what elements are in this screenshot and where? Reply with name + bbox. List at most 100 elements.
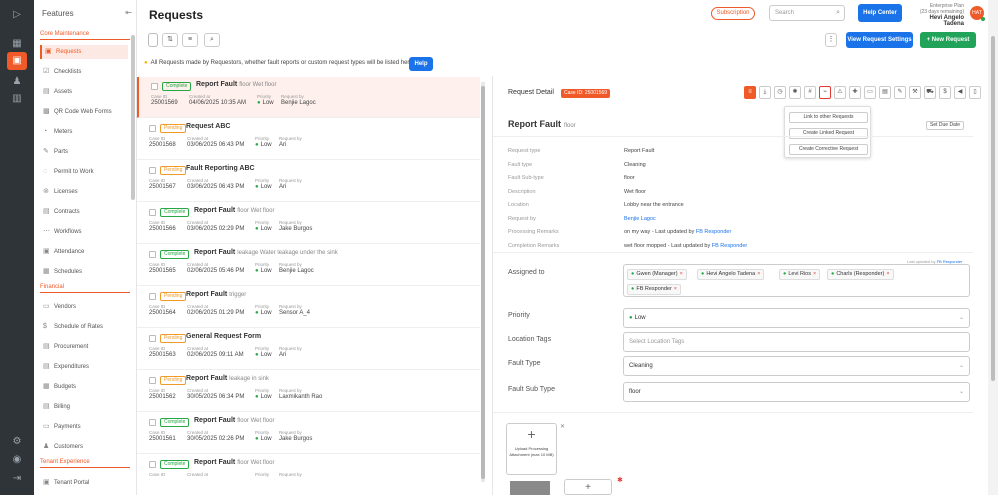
sidebar-item-billing[interactable]: ▤ Billing xyxy=(40,400,128,414)
assignee-chip[interactable]: ● FB Responder × xyxy=(627,284,682,295)
remove-icon[interactable]: × xyxy=(813,271,816,277)
page-scroll-thumb[interactable] xyxy=(991,36,995,381)
people-icon[interactable]: ♟ xyxy=(8,75,26,89)
link-icon[interactable]: ⌁ xyxy=(819,86,831,99)
sidebar-item-licenses[interactable]: ⊚ Licenses xyxy=(40,185,128,199)
settings-icon[interactable]: ⚙ xyxy=(8,435,26,449)
assignee-chip[interactable]: ● Levi Rios × xyxy=(779,269,821,280)
link-other-requests-item[interactable]: Link to other Requests xyxy=(789,112,868,123)
list-scroll-thumb[interactable] xyxy=(481,86,485,479)
assignee-chip[interactable]: ● Hevi Angelo Tadena × xyxy=(697,269,765,280)
sidebar-item-attendance[interactable]: ▣ Attendance xyxy=(40,245,128,259)
row-checkbox[interactable] xyxy=(149,461,156,468)
row-checkbox[interactable] xyxy=(149,251,156,258)
list-scrollbar[interactable] xyxy=(481,82,485,482)
avatar[interactable]: HAT xyxy=(970,6,985,21)
fault-type-select[interactable]: Cleaning ⌄ xyxy=(623,356,970,376)
sidebar-item-parts[interactable]: ✎ Parts xyxy=(40,145,128,159)
download-icon[interactable]: ⤓ xyxy=(759,86,771,99)
request-card[interactable]: Complete Report Fault floor Wet floor Cas… xyxy=(137,77,480,118)
fault-sub-type-select[interactable]: floor ⌄ xyxy=(623,382,970,402)
create-corrective-request-item[interactable]: Create Corrective Request xyxy=(789,144,868,155)
row-checkbox[interactable] xyxy=(149,419,156,426)
new-request-button[interactable]: + New Request xyxy=(920,32,976,48)
row-checkbox[interactable] xyxy=(149,125,156,132)
request-card[interactable]: Complete Report Fault floor Wet floor Cas… xyxy=(137,413,480,454)
sidebar-item-tenant-portal[interactable]: ▣ Tenant Portal xyxy=(40,476,128,490)
location-tags-select[interactable]: Select Location Tags xyxy=(623,332,970,352)
sidebar-item-expenditures[interactable]: ▤ Expenditures xyxy=(40,360,128,374)
sidebar-scrollbar[interactable] xyxy=(131,35,135,200)
dashboard-icon[interactable]: ▦ xyxy=(8,37,26,51)
upload-attachment-button[interactable]: + Upload Processing Attachment (max 10 MB… xyxy=(506,423,557,475)
sidebar-item-checklists[interactable]: ☑ Checklists xyxy=(40,65,128,79)
attachment-thumbnail[interactable] xyxy=(510,481,550,495)
copy-icon[interactable]: ▭ xyxy=(864,86,876,99)
collapse-icon[interactable]: ⇤ xyxy=(125,8,132,17)
subscription-button[interactable]: Subscription xyxy=(711,7,755,20)
edit-icon[interactable]: ✎ xyxy=(894,86,906,99)
sidebar-item-schedule-of-rates[interactable]: $ Schedule of Rates xyxy=(40,320,128,334)
row-checkbox[interactable] xyxy=(149,293,156,300)
help-icon[interactable]: ◉ xyxy=(8,453,26,467)
alert-icon[interactable]: ✺ xyxy=(789,86,801,99)
select-all-checkbox[interactable] xyxy=(148,33,158,47)
request-card[interactable]: Pending Report Fault trigger Case ID Crea… xyxy=(137,287,480,328)
request-card[interactable]: Pending Request ABC Case ID Created at P… xyxy=(137,119,480,160)
puzzle-icon[interactable]: ✚ xyxy=(849,86,861,99)
row-checkbox[interactable] xyxy=(151,83,158,90)
request-card[interactable]: Pending Report Fault leakage in sink Case… xyxy=(137,371,480,412)
sidebar-item-qr-forms[interactable]: ▩ QR Code Web Forms xyxy=(40,105,128,119)
sidebar-item-vendors[interactable]: ▭ Vendors xyxy=(40,300,128,314)
page-scrollbar[interactable] xyxy=(988,0,998,495)
request-card[interactable]: Pending General Request Form Case ID Cre… xyxy=(137,329,480,370)
sidebar-item-workflows[interactable]: ⋯ Workflows xyxy=(40,225,128,239)
row-checkbox[interactable] xyxy=(149,335,156,342)
search-input[interactable]: Search ⌕ xyxy=(769,5,845,21)
sort-icon[interactable]: ⇅ xyxy=(162,33,178,47)
dollar-icon[interactable]: $ xyxy=(939,86,951,99)
remove-icon[interactable]: × xyxy=(680,271,683,277)
sidebar-item-procurement[interactable]: ▤ Procurement xyxy=(40,340,128,354)
sidebar-item-requests[interactable]: ▣ Requests xyxy=(40,45,128,59)
close-icon[interactable]: ✕ xyxy=(560,423,565,430)
hash-icon[interactable]: # xyxy=(804,86,816,99)
sidebar-item-contracts[interactable]: ▤ Contracts xyxy=(40,205,128,219)
remove-icon[interactable]: × xyxy=(886,271,889,277)
clock-icon[interactable]: ◷ xyxy=(774,86,786,99)
request-card[interactable]: Complete Report Fault floor Wet floor Cas… xyxy=(137,203,480,244)
car-icon[interactable]: ⛟ xyxy=(924,86,936,99)
reports-icon[interactable]: ▥ xyxy=(8,92,26,106)
sidebar-item-payments[interactable]: ▭ Payments xyxy=(40,420,128,434)
row-checkbox[interactable] xyxy=(149,209,156,216)
request-card[interactable]: Pending Fault Reporting ABC Case ID Crea… xyxy=(137,161,480,202)
more-options-icon[interactable]: ⋮ xyxy=(825,33,837,47)
filter-icon[interactable]: ≡ xyxy=(182,33,198,47)
assignee-chip[interactable]: ● Charls (Responder) × xyxy=(827,269,894,280)
assigned-to-field[interactable]: ● Gwen (Manager) × ● Hevi Angelo Tadena × ● Lev… xyxy=(623,264,970,297)
sidebar-item-assets[interactable]: ▤ Assets xyxy=(40,85,128,99)
requests-icon[interactable]: ▣ xyxy=(7,52,27,70)
row-checkbox[interactable] xyxy=(149,167,156,174)
create-linked-request-item[interactable]: Create Linked Request xyxy=(789,128,868,139)
set-due-date-button[interactable]: Set Due Date xyxy=(926,121,964,130)
assignee-chip[interactable]: ● Gwen (Manager) × xyxy=(627,269,687,280)
upload-button-2[interactable]: + xyxy=(564,479,612,495)
help-button[interactable]: Help xyxy=(409,57,433,71)
sidebar-item-permit[interactable]: ◌ Permit to Work xyxy=(40,165,128,179)
logout-icon[interactable]: ⇥ xyxy=(8,472,26,486)
sidebar-item-budgets[interactable]: ▦ Budgets xyxy=(40,380,128,394)
file-icon[interactable]: ▤ xyxy=(879,86,891,99)
sidebar-item-schedules[interactable]: ▦ Schedules xyxy=(40,265,128,279)
warning-icon[interactable]: ⚠ xyxy=(834,86,846,99)
request-card[interactable]: Complete Report Fault floor Wet floor Cas… xyxy=(137,455,480,495)
priority-select[interactable]: ● Low ⌄ xyxy=(623,308,970,328)
row-checkbox[interactable] xyxy=(149,377,156,384)
volume-icon[interactable]: ◀ xyxy=(954,86,966,99)
sidebar-item-customers[interactable]: ♟ Customers xyxy=(40,440,128,454)
help-center-button[interactable]: Help Center xyxy=(858,4,902,22)
tool-icon[interactable]: ⚒ xyxy=(909,86,921,99)
request-card[interactable]: Complete Report Fault leakage Water leaka… xyxy=(137,245,480,286)
remove-icon[interactable]: × xyxy=(757,271,760,277)
sidebar-item-meters[interactable]: ◔ Meters xyxy=(40,125,128,139)
